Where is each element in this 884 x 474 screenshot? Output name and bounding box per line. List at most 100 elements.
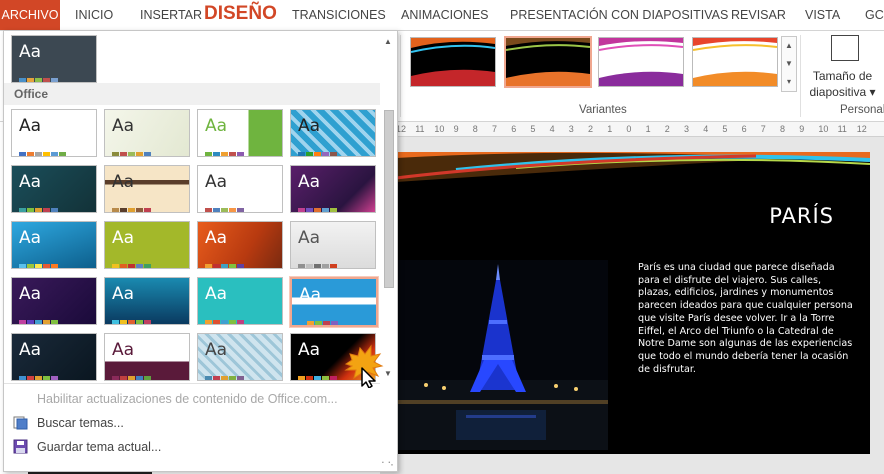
enable-office-updates-item: Habilitar actualizaciones de contenido d…	[4, 387, 380, 411]
theme-thumbnail[interactable]: Aa	[11, 165, 97, 213]
scroll-up-icon[interactable]: ▲	[782, 37, 796, 55]
color-swatch	[51, 376, 58, 380]
color-swatch	[27, 152, 34, 156]
color-swatch	[330, 208, 337, 212]
mouse-pointer-icon	[344, 344, 384, 388]
ruler-tick-label: 10	[434, 124, 445, 134]
theme-thumbnail[interactable]: Aa	[104, 277, 190, 325]
scroll-up-icon[interactable]: ▲	[381, 35, 395, 49]
theme-thumbnail[interactable]: Aa	[197, 221, 283, 269]
theme-sample-label: Aa	[298, 340, 321, 360]
color-swatch	[128, 376, 135, 380]
slide-size-button[interactable]: Tamaño de diapositiva ▾	[805, 68, 880, 100]
theme-sample-label: Aa	[298, 228, 321, 248]
theme-color-swatches	[298, 258, 338, 268]
tab-presentacion-con-diapositivas[interactable]: PRESENTACIÓN CON DIAPOSITIVAS	[510, 0, 728, 30]
color-swatch	[43, 320, 50, 324]
theme-thumbnail[interactable]: Aa	[197, 165, 283, 213]
ruler-tick-label: 5	[530, 124, 536, 134]
ruler-tick-label: 12	[856, 124, 867, 134]
tab-archivo[interactable]: ARCHIVO	[0, 0, 60, 30]
theme-thumbnail[interactable]: Aa	[11, 35, 97, 83]
color-swatch	[306, 208, 313, 212]
theme-thumbnail[interactable]: Aa	[104, 165, 190, 213]
ruler-tick-label: 8	[472, 124, 478, 134]
slide-body-text[interactable]: París es una ciudad que parece diseñada …	[638, 262, 856, 376]
color-swatch	[128, 264, 135, 268]
color-swatch	[323, 321, 330, 325]
ruler-tick-label: 4	[703, 124, 709, 134]
theme-thumbnail[interactable]: Aa	[104, 109, 190, 157]
slide-size-icon[interactable]	[831, 35, 859, 61]
color-swatch	[35, 208, 42, 212]
color-swatch	[128, 208, 135, 212]
ruler-tick-label: 9	[799, 124, 805, 134]
theme-thumbnail[interactable]: Aa	[11, 277, 97, 325]
browse-folder-icon	[13, 416, 28, 430]
theme-sample-label: Aa	[298, 116, 321, 136]
theme-thumbnail[interactable]: Aa	[290, 277, 378, 327]
theme-sample-label: Aa	[205, 228, 228, 248]
slide-title[interactable]: PARÍS	[769, 204, 834, 228]
tab-transiciones[interactable]: TRANSICIONES	[292, 0, 386, 30]
tab-overflow[interactable]: GCI	[865, 0, 884, 30]
theme-sample-label: Aa	[19, 42, 42, 62]
color-swatch	[229, 264, 236, 268]
variant-1[interactable]	[410, 37, 496, 87]
ruler-tick-label: 7	[760, 124, 766, 134]
more-variants-icon[interactable]: ▾	[782, 73, 796, 91]
color-swatch	[322, 152, 329, 156]
slide[interactable]: PARÍS París es una ciudad que parece dis…	[396, 152, 870, 454]
theme-sample-label: Aa	[205, 116, 228, 136]
color-swatch	[136, 152, 143, 156]
theme-thumbnail[interactable]: Aa	[11, 109, 97, 157]
gallery-scrollbar[interactable]: ▲ ▼	[381, 35, 395, 378]
variant-2[interactable]	[504, 36, 592, 88]
color-swatch	[237, 152, 244, 156]
theme-thumbnail[interactable]: Aa	[197, 109, 283, 157]
theme-thumbnail[interactable]: Aa	[104, 333, 190, 381]
theme-thumbnail[interactable]: Aa	[11, 333, 97, 381]
color-swatch	[19, 264, 26, 268]
theme-sample-label: Aa	[19, 284, 42, 304]
resize-grip-icon[interactable]: ⠂⠢	[381, 458, 394, 469]
color-swatch	[136, 376, 143, 380]
theme-gallery-dropdown[interactable]: Aa Aa Aa Aa Aa Aa Aa Aa Aa Aa Aa Aa Aa Aa Aa Aa Aa Aa Aa Aa…	[3, 30, 398, 472]
tab-revisar[interactable]: REVISAR	[731, 0, 786, 30]
tab-insertar[interactable]: INSERTAR	[140, 0, 202, 30]
tab-diseno[interactable]: DISEÑO	[204, 0, 277, 30]
variant-3[interactable]	[598, 37, 684, 87]
color-swatch	[314, 208, 321, 212]
ruler-tick-label: 1	[645, 124, 651, 134]
color-swatch	[59, 152, 66, 156]
ribbon-separator	[800, 35, 801, 117]
theme-thumbnail[interactable]: Aa	[104, 221, 190, 269]
theme-thumbnail[interactable]: Aa	[290, 165, 376, 213]
browse-themes-item[interactable]: Buscar temas...	[4, 411, 380, 435]
ruler-tick-label: 3	[568, 124, 574, 134]
save-theme-item[interactable]: Guardar tema actual...	[4, 435, 380, 459]
theme-thumbnail[interactable]: Aa	[197, 333, 283, 381]
color-swatch	[298, 152, 305, 156]
color-swatch	[35, 320, 42, 324]
scrollbar-thumb[interactable]	[384, 110, 394, 288]
theme-thumbnail[interactable]: Aa	[290, 109, 376, 157]
color-swatch	[213, 152, 220, 156]
theme-thumbnail[interactable]: Aa	[11, 221, 97, 269]
variant-4[interactable]	[692, 37, 778, 87]
theme-sample-label: Aa	[112, 340, 135, 360]
tab-inicio[interactable]: INICIO	[75, 0, 113, 30]
variants-scroll[interactable]: ▲ ▼ ▾	[781, 36, 797, 92]
eiffel-tower-photo[interactable]	[396, 260, 608, 450]
color-swatch	[51, 320, 58, 324]
scroll-down-icon[interactable]: ▼	[782, 55, 796, 73]
color-swatch	[43, 264, 50, 268]
theme-color-swatches	[19, 258, 59, 268]
ruler-tick-label: 9	[453, 124, 459, 134]
theme-thumbnail[interactable]: Aa	[197, 277, 283, 325]
color-swatch	[330, 152, 337, 156]
color-swatch	[213, 264, 220, 268]
tab-animaciones[interactable]: ANIMACIONES	[401, 0, 489, 30]
theme-thumbnail[interactable]: Aa	[290, 221, 376, 269]
tab-vista[interactable]: VISTA	[805, 0, 840, 30]
